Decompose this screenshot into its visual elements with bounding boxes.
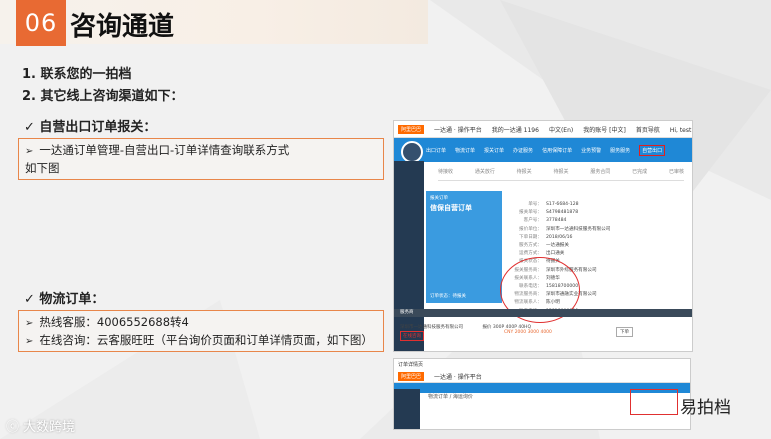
wangwang-chat-button[interactable]: 在线咨询	[400, 331, 424, 341]
section-number-badge: 06	[16, 0, 66, 46]
topbar-item[interactable]: 中文(En)	[549, 125, 573, 134]
topbar-item[interactable]: 我的账号 [中文]	[583, 125, 626, 134]
info-value: S17-6684-128	[546, 202, 579, 207]
info-key: 服务方式：	[519, 243, 542, 249]
topbar-item[interactable]: Hi, test 我的	[670, 125, 692, 134]
order-detail-screenshot: 阿里巴巴 一达通 · 操作平台 我的一达通 1196 中文(En) 我的账号 […	[393, 120, 693, 352]
watermark-text: 大数跨境	[23, 420, 76, 435]
nav-item[interactable]: 报关订单	[484, 147, 504, 154]
platform-name: 一达通 · 操作平台	[434, 373, 482, 381]
info-value: 3778484	[546, 218, 567, 224]
section-heading-self: ✓ 自营出口订单报关：	[24, 120, 157, 135]
platform-topbar: 阿里巴巴 一达通 · 操作平台 我的一达通 1196 中文(En) 我的账号 […	[394, 121, 692, 138]
nav-item[interactable]: 办证服务	[513, 147, 533, 154]
box-line: 一达通订单管理-自营出口-订单详情查询联系方式	[39, 143, 290, 157]
logistics-detail-screenshot: 订单详情页 阿里巴巴 一达通 · 操作平台 物流订单 / 海运询价	[393, 358, 691, 430]
info-row: 服务方式： 一达通报关	[512, 242, 610, 250]
info-key: 单号：	[528, 202, 542, 207]
page-title: 咨询通道	[70, 12, 175, 42]
nav-item[interactable]: 出口订单	[426, 147, 446, 154]
topbar-item[interactable]: 首页导航	[636, 125, 660, 134]
step: 服务合同	[590, 169, 611, 175]
step: 已完成	[632, 169, 648, 175]
table-row: 深圳市一达通科技服务有限公司 报价 300P 400P 40HQ CNY 200…	[394, 321, 692, 343]
info-row: 报价单位： 深圳市一达通科技服务有限公司	[512, 226, 610, 234]
progress-steps: 待接收 通关放行 待报关 待报关 服务合同 已完成 已审核	[438, 168, 684, 181]
order-summary-panel: 报关订单 信保自营订单 订单状态：待报关	[426, 191, 502, 303]
step: 待接收	[438, 169, 454, 175]
logistics-box: ➢ 热线客服：4006552688转4 ➢ 在线咨询：云客服旺旺（平台询价页面和订单…	[18, 310, 384, 352]
alibaba-logo: 阿里巴巴	[398, 371, 425, 381]
watermark: ⓒ 大数跨境	[6, 420, 76, 435]
info-key: 下单日期：	[519, 234, 542, 240]
provider-name: 深圳市一达通科技服务有限公司	[400, 325, 463, 330]
topbar-item[interactable]: 我的一达通 1196	[492, 125, 539, 134]
arrow-icon: ➢	[25, 318, 34, 329]
nav-item-self-export[interactable]: 自营出口	[639, 144, 666, 156]
platform-nav: 出口订单 物流订单 报关订单 办证服务 信用保障订单 业务预警 服务服务 自营出…	[394, 138, 692, 162]
info-value: S4798481878	[546, 210, 579, 216]
panel-sub: 报关订单	[430, 196, 448, 201]
panel-status: 订单状态：待报关	[430, 294, 466, 299]
step: 已审核	[668, 169, 684, 175]
table-header: 服务商	[394, 309, 692, 317]
nav-item[interactable]: 物流订单	[455, 147, 475, 154]
arrow-icon: ➢	[25, 336, 34, 347]
info-key: 客户号：	[523, 218, 542, 224]
info-row: 报关单号： S4798481878	[512, 209, 610, 217]
list-item: 1. 联系您的一拍档	[22, 67, 132, 82]
info-row: 客户号： 3778484	[512, 217, 610, 225]
alibaba-logo: 阿里巴巴	[398, 124, 425, 134]
platform-name: 一达通 · 操作平台	[434, 126, 482, 134]
nav-item[interactable]: 业务预警	[581, 147, 601, 154]
step: 通关放行	[474, 169, 495, 175]
box-line: 热线客服：4006552688转4	[39, 315, 189, 329]
screenshot-header: 订单详情页	[398, 362, 424, 368]
info-value: 一达通报关	[546, 243, 569, 249]
brand-name: 易拍档	[680, 398, 731, 418]
step: 待报关	[553, 169, 569, 175]
platform-topbar: 阿里巴巴 一达通 · 操作平台	[394, 370, 690, 383]
brand-logo-text: 易拍档	[680, 393, 731, 418]
sidebar	[394, 389, 420, 429]
info-key: 报价单位：	[519, 226, 542, 232]
step: 待报关	[516, 169, 532, 175]
contact-list: 1. 联系您的一拍档 2. 其它线上咨询渠道如下：	[22, 64, 184, 108]
info-value: 出口通关	[546, 251, 565, 257]
breadcrumb: 物流订单 / 海运询价	[428, 394, 473, 400]
panel-title: 信保自营订单	[430, 204, 472, 212]
avatar	[401, 141, 423, 163]
info-value: 深圳市一达通科技服务有限公司	[546, 226, 611, 232]
info-row: 下单日期： 2018/06/16	[512, 234, 610, 242]
arrow-icon: ➢	[25, 146, 34, 157]
nav-item[interactable]: 服务服务	[610, 147, 630, 154]
price-values: CNY 2000 3000 4000	[504, 330, 552, 335]
box-line: 如下图	[25, 161, 60, 175]
self-export-box: ➢ 一达通订单管理-自营出口-订单详情查询联系方式 如下图	[18, 138, 384, 180]
list-item: 2. 其它线上咨询渠道如下：	[22, 89, 184, 104]
info-row: 单号： S17-6684-128	[512, 201, 610, 209]
info-key: 报关单号：	[519, 210, 542, 216]
info-value: 2018/06/16	[546, 234, 573, 240]
highlight-box	[630, 389, 678, 415]
section-heading-logistics: ✓ 物流订单：	[24, 292, 105, 307]
info-row: 运费方式： 出口通关	[512, 250, 610, 258]
nav-item[interactable]: 信用保障订单	[542, 147, 572, 154]
order-button[interactable]: 下单	[616, 327, 633, 337]
box-line: 在线咨询：云客服旺旺（平台询价页面和订单详情页面，如下图）	[39, 333, 373, 347]
